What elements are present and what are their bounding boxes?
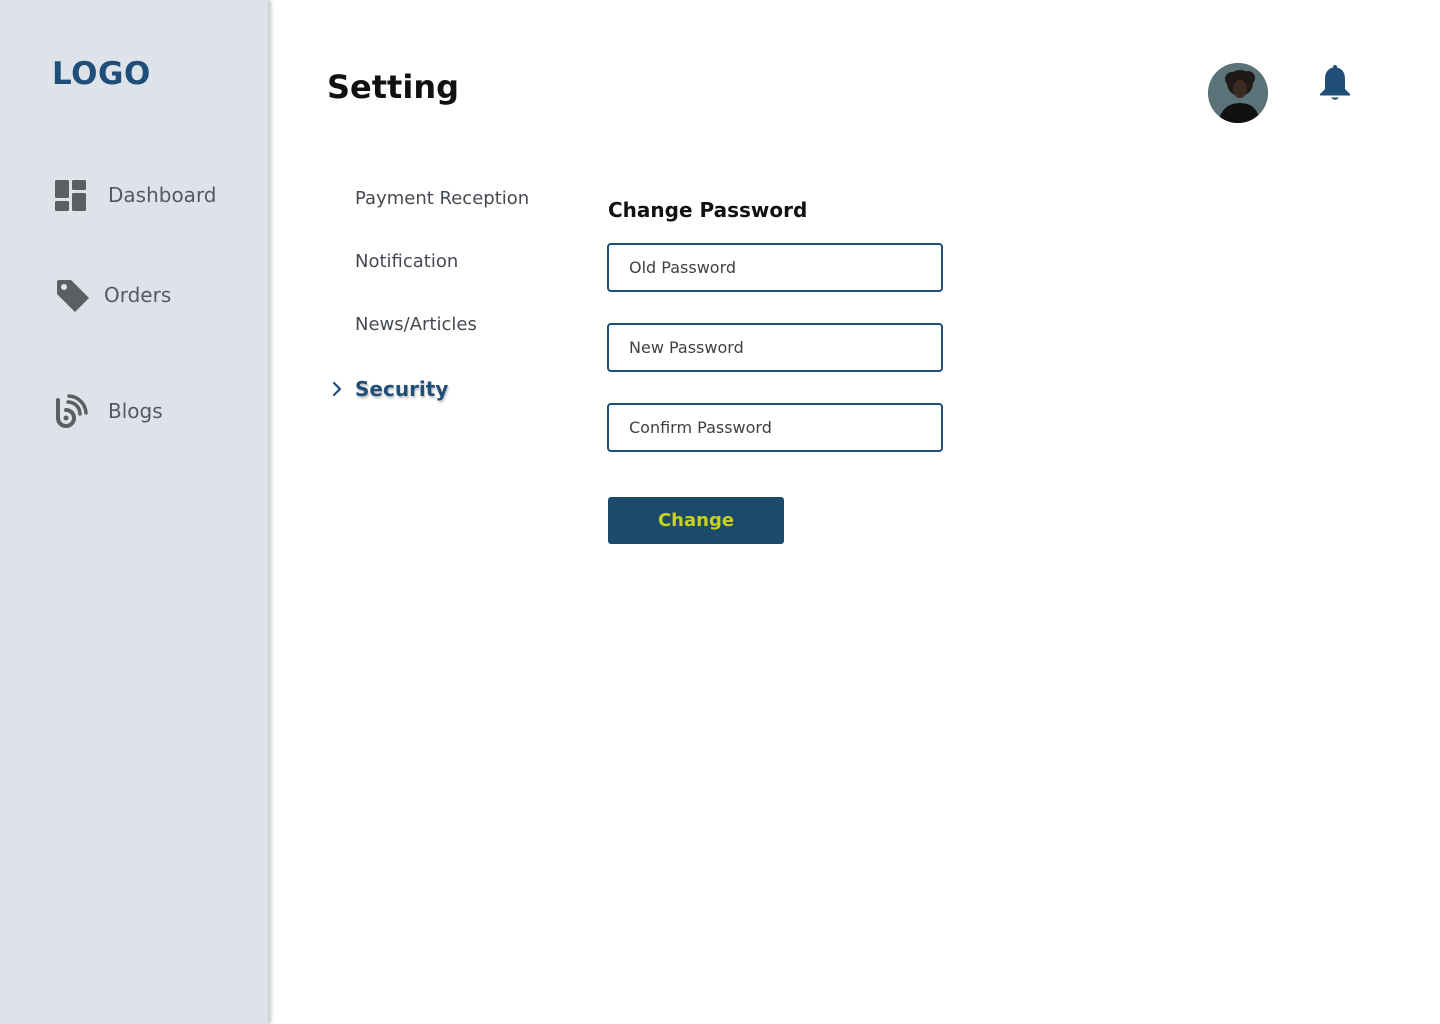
form-title: Change Password — [608, 198, 808, 222]
sidebar-item-label: Blogs — [108, 399, 163, 423]
change-button[interactable]: Change — [608, 497, 784, 544]
settings-item-news-articles[interactable]: News/Articles — [355, 314, 477, 335]
new-password-field[interactable] — [607, 323, 943, 372]
settings-item-notification[interactable]: Notification — [355, 251, 458, 272]
sidebar-item-blogs[interactable]: Blogs — [54, 394, 163, 428]
bell-icon[interactable] — [1314, 62, 1356, 104]
sidebar-item-dashboard[interactable]: Dashboard — [54, 178, 217, 212]
settings-item-security[interactable]: Security — [355, 377, 448, 401]
sidebar-item-label: Orders — [104, 283, 172, 307]
sidebar-item-orders[interactable]: Orders — [54, 278, 171, 312]
sidebar: LOGO Dashboard Orders Blogs — [0, 0, 268, 1024]
page-title: Setting — [327, 68, 459, 106]
user-avatar[interactable] — [1208, 63, 1268, 123]
chevron-right-icon — [330, 381, 344, 397]
old-password-field[interactable] — [607, 243, 943, 292]
logo[interactable]: LOGO — [52, 56, 151, 92]
dashboard-icon — [54, 178, 88, 212]
blog-icon — [54, 394, 88, 428]
confirm-password-field[interactable] — [607, 403, 943, 452]
settings-item-payment-reception[interactable]: Payment Reception — [355, 188, 529, 209]
sidebar-item-label: Dashboard — [108, 183, 217, 207]
tag-icon — [54, 278, 89, 312]
